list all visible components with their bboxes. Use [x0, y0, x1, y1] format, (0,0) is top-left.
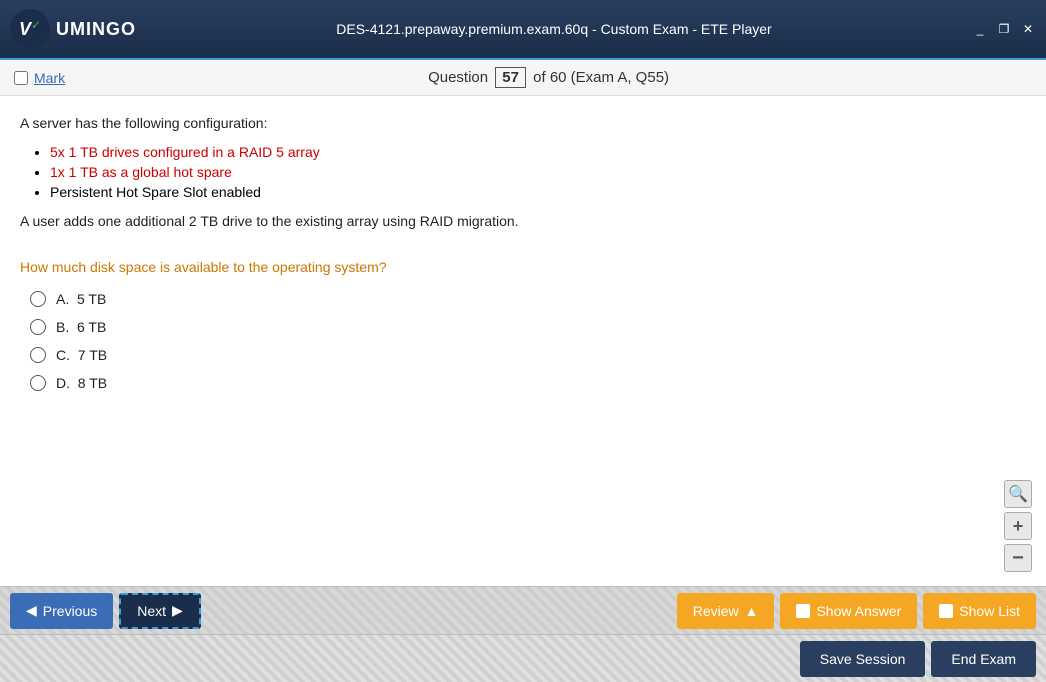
option-a-label: A. 5 TB [56, 291, 106, 307]
show-answer-icon [796, 604, 810, 618]
title-bar: V ✓ UMINGO DES-4121.prepaway.premium.exa… [0, 0, 1046, 60]
prev-arrow-icon: ◀ [26, 602, 37, 619]
option-d[interactable]: D. 8 TB [30, 375, 1026, 391]
radio-d[interactable] [30, 375, 46, 391]
restore-button[interactable]: ❐ [996, 22, 1012, 36]
bullet-item-1: 5x 1 TB drives configured in a RAID 5 ar… [50, 144, 1026, 160]
app-title: DES-4121.prepaway.premium.exam.60q - Cus… [136, 21, 972, 37]
option-c[interactable]: C. 7 TB [30, 347, 1026, 363]
bullet-highlight-1: 5x 1 TB drives configured in a RAID 5 ar… [50, 144, 320, 160]
zoom-in-button[interactable]: + [1004, 512, 1032, 540]
bullet-item-2: 1x 1 TB as a global hot spare [50, 164, 1026, 180]
zoom-out-button[interactable]: − [1004, 544, 1032, 572]
answer-options: A. 5 TB B. 6 TB C. 7 TB D. 8 TB [30, 291, 1026, 391]
bullet-text-3: Persistent Hot Spare Slot enabled [50, 184, 261, 200]
option-d-label: D. 8 TB [56, 375, 107, 391]
logo-text: UMINGO [56, 19, 136, 40]
radio-a[interactable] [30, 291, 46, 307]
question-prompt: How much disk space is available to the … [20, 259, 1026, 275]
close-button[interactable]: ✕ [1020, 22, 1036, 36]
minimize-button[interactable]: _ [972, 22, 988, 36]
option-b-label: B. 6 TB [56, 319, 106, 335]
content-area: A server has the following configuration… [0, 96, 1046, 586]
question-label: Question [428, 69, 488, 86]
question-additional: A user adds one additional 2 TB drive to… [20, 210, 1026, 232]
review-button[interactable]: Review ▲ [677, 593, 775, 629]
previous-button[interactable]: ◀ Previous [10, 593, 113, 629]
mark-checkbox[interactable] [14, 71, 28, 85]
next-button[interactable]: Next ▶ [119, 593, 201, 629]
bullet-list: 5x 1 TB drives configured in a RAID 5 ar… [50, 144, 1026, 200]
mark-label[interactable]: Mark [34, 70, 65, 86]
show-list-label: Show List [959, 603, 1020, 619]
bottom-nav: ◀ Previous Next ▶ Review ▲ Show Answer S… [0, 586, 1046, 634]
show-list-button[interactable]: Show List [923, 593, 1036, 629]
show-answer-button[interactable]: Show Answer [780, 593, 917, 629]
window-controls: _ ❐ ✕ [972, 22, 1036, 36]
end-exam-button[interactable]: End Exam [931, 641, 1036, 677]
radio-b[interactable] [30, 319, 46, 335]
zoom-controls: 🔍 + − [1004, 480, 1032, 572]
save-session-label: Save Session [820, 651, 906, 667]
previous-label: Previous [43, 603, 97, 619]
show-list-icon [939, 604, 953, 618]
bullet-item-3: Persistent Hot Spare Slot enabled [50, 184, 1026, 200]
bottom-actions: Save Session End Exam [0, 634, 1046, 682]
question-of-total: of 60 (Exam A, Q55) [533, 69, 669, 86]
review-arrow-icon: ▲ [745, 603, 759, 619]
next-label: Next [137, 603, 166, 619]
logo-icon: V ✓ [10, 9, 50, 49]
bullet-highlight-2: 1x 1 TB as a global hot spare [50, 164, 232, 180]
show-answer-label: Show Answer [816, 603, 901, 619]
option-c-label: C. 7 TB [56, 347, 107, 363]
next-arrow-icon: ▶ [172, 602, 183, 619]
option-a[interactable]: A. 5 TB [30, 291, 1026, 307]
end-exam-label: End Exam [951, 651, 1016, 667]
review-label: Review [693, 603, 739, 619]
question-number-area: Question 57 of 60 (Exam A, Q55) [65, 67, 1032, 88]
question-header: Mark Question 57 of 60 (Exam A, Q55) [0, 60, 1046, 96]
question-num-box: 57 [495, 67, 526, 88]
radio-c[interactable] [30, 347, 46, 363]
save-session-button[interactable]: Save Session [800, 641, 926, 677]
logo-area: V ✓ UMINGO [10, 9, 136, 49]
question-intro: A server has the following configuration… [20, 112, 1026, 134]
search-icon[interactable]: 🔍 [1004, 480, 1032, 508]
option-b[interactable]: B. 6 TB [30, 319, 1026, 335]
